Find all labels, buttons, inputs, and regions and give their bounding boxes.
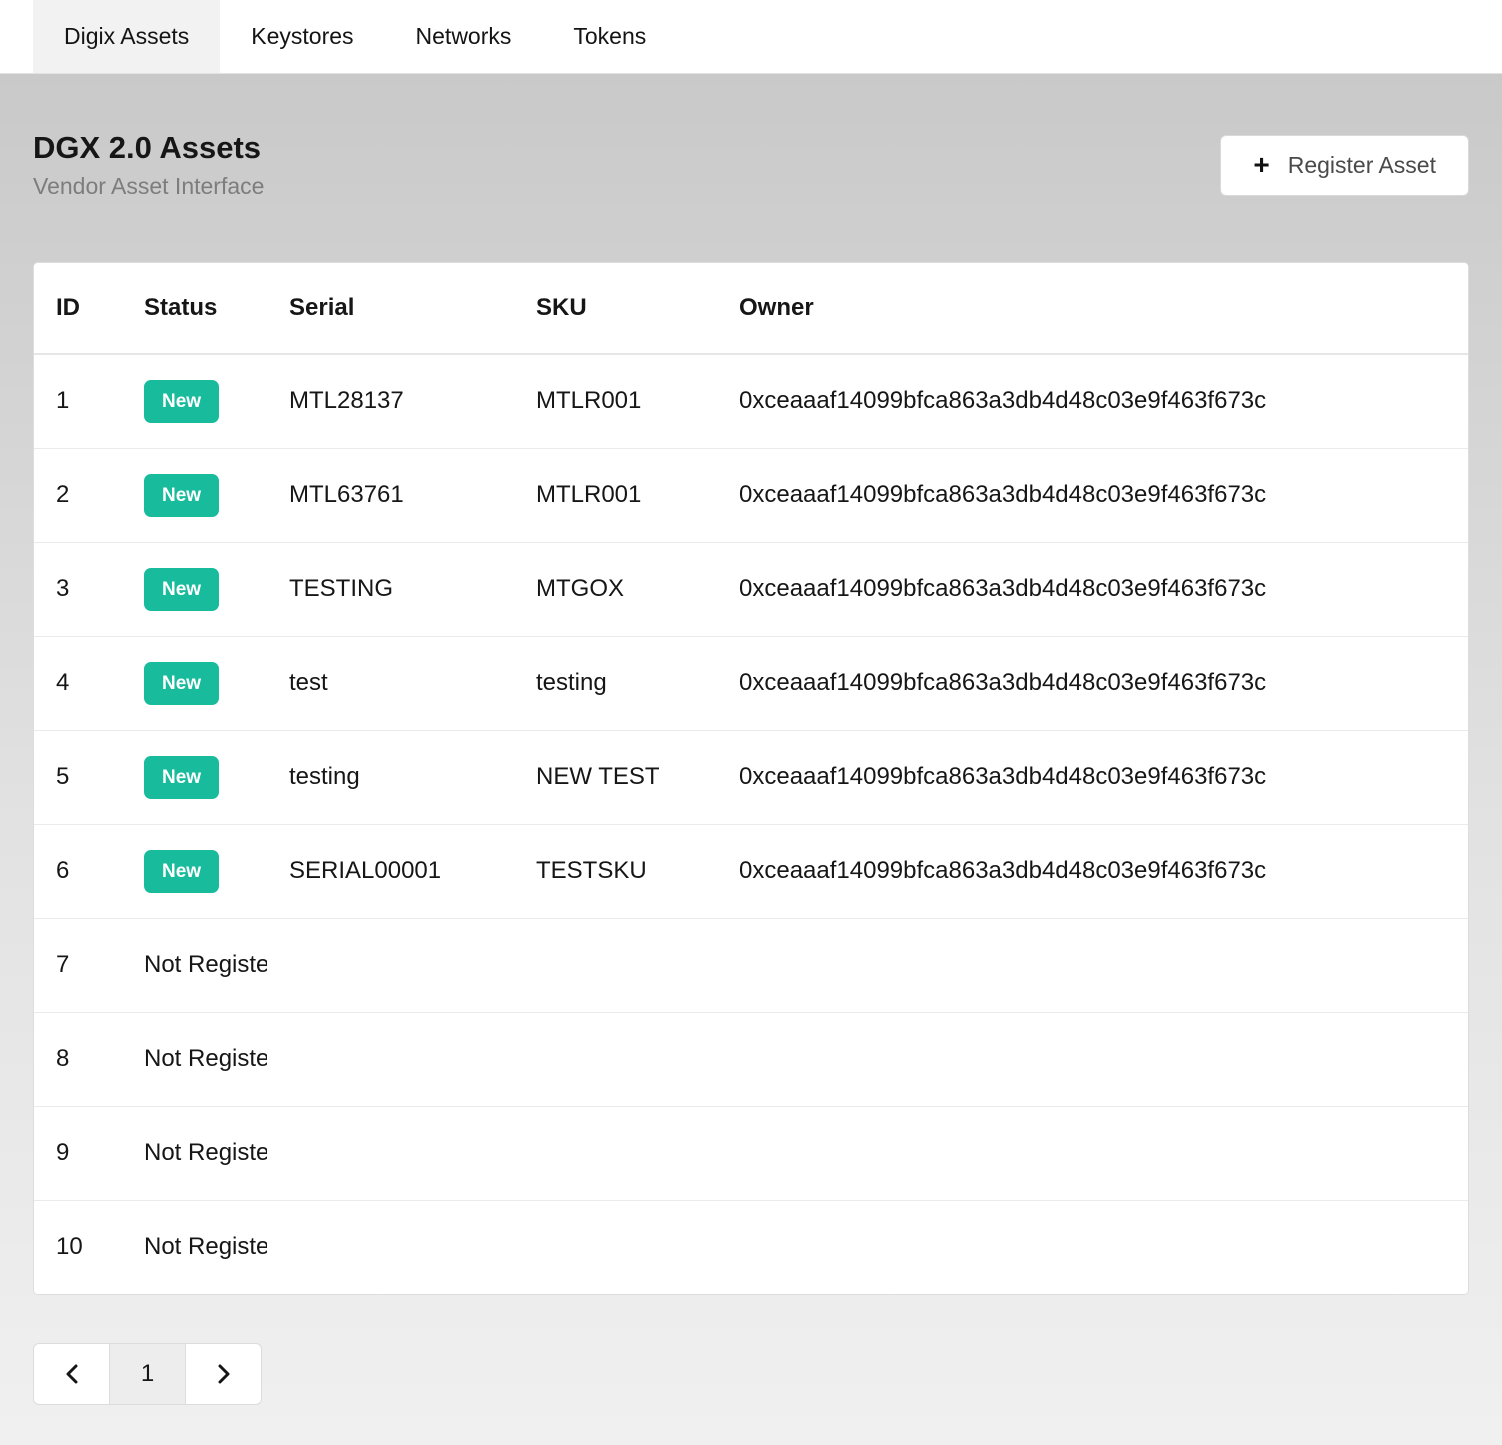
header-row: ID Status Serial SKU Owner [34,263,1468,355]
pagination-page-1-button[interactable]: 1 [109,1343,186,1405]
table-row: 10Not Registered [34,1199,1468,1294]
status-badge: New [144,379,220,423]
status-badge: New [144,755,220,799]
cell-id: 7 [34,917,122,1012]
cell-sku: MTGOX [514,541,717,636]
register-asset-button-label: Register Asset [1287,151,1436,178]
table-row: 8Not Registered [34,1011,1468,1106]
cell-owner: 0xceaaaf14099bfca863a3db4d48c03e9f463f67… [717,635,1468,730]
cell-owner: 0xceaaaf14099bfca863a3db4d48c03e9f463f67… [717,447,1468,542]
cell-status: New [122,447,267,542]
cell-owner [717,1011,1468,1106]
column-header-serial: Serial [267,263,514,355]
cell-status: Not Registered [122,1011,267,1106]
status-badge: New [144,567,220,611]
assets-table: ID Status Serial SKU Owner 1 New MTL28137 M… [34,263,1468,1294]
cell-serial [267,1199,514,1294]
content-area: DGX 2.0 Assets Vendor Asset Interface + … [0,74,1502,1445]
chevron-right-icon [218,1364,229,1384]
cell-owner [717,1199,1468,1294]
cell-owner [717,917,1468,1012]
cell-owner [717,1105,1468,1200]
cell-id: 8 [34,1011,122,1106]
status-badge: New [144,661,220,705]
column-header-owner: Owner [717,263,1468,355]
table-row: 3 New TESTING MTGOX 0xceaaaf14099bfca863a3db… [34,541,1468,636]
cell-status: New [122,635,267,730]
register-asset-button[interactable]: + Register Asset [1220,134,1469,196]
tab-bar: Digix Assets Keystores Networks Tokens [0,0,1502,74]
table-row: 4 New test testing 0xceaaaf14099bfca863a3db4… [34,635,1468,730]
column-header-status: Status [122,263,267,355]
status-badge: New [144,849,220,893]
cell-owner: 0xceaaaf14099bfca863a3db4d48c03e9f463f67… [717,729,1468,824]
cell-serial: TESTING [267,541,514,636]
table-row: 9Not Registered [34,1105,1468,1200]
cell-status: New [122,729,267,824]
cell-sku [514,1199,717,1294]
cell-id: 10 [34,1199,122,1294]
cell-status: New [122,541,267,636]
title-block: DGX 2.0 Assets Vendor Asset Interface [33,130,264,200]
cell-status: New [122,354,267,448]
cell-serial [267,917,514,1012]
page: Digix Assets Keystores Networks Tokens DGX … [0,0,1502,1445]
page-title: DGX 2.0 Assets [33,130,262,165]
cell-sku: TESTSKU [514,823,717,918]
cell-status: Not Registered [122,1105,267,1200]
table-row: 1 New MTL28137 MTLR001 0xceaaaf14099bfca863a… [34,354,1468,448]
chevron-left-icon [66,1364,77,1384]
assets-table-card: ID Status Serial SKU Owner 1 New MTL28137 M… [33,262,1469,1295]
cell-id: 3 [34,541,122,636]
asset-table-body: 1 New MTL28137 MTLR001 0xceaaaf14099bfca863a… [34,354,1468,1294]
cell-status: Not Registered [122,1199,267,1294]
cell-serial [267,1011,514,1106]
column-header-id: ID [34,263,122,355]
cell-serial: testing [267,729,514,824]
cell-id: 6 [34,823,122,918]
cell-sku [514,1011,717,1106]
pagination-next-button[interactable] [185,1343,262,1405]
cell-sku [514,917,717,1012]
assets-table-head: ID Status Serial SKU Owner [34,263,1468,355]
cell-owner: 0xceaaaf14099bfca863a3db4d48c03e9f463f67… [717,541,1468,636]
cell-sku: NEW TEST [514,729,717,824]
plus-icon: + [1253,149,1270,180]
status-badge: New [144,473,220,517]
cell-sku [514,1105,717,1200]
tab-keystores[interactable]: Keystores [220,0,384,73]
tab-digix-assets[interactable]: Digix Assets [33,0,221,73]
cell-sku: MTLR001 [514,354,717,448]
cell-status: Not Registered [122,917,267,1012]
cell-serial: test [267,635,514,730]
tab-networks[interactable]: Networks [385,0,543,73]
page-subtitle: Vendor Asset Interface [33,173,265,199]
column-header-sku: SKU [514,263,717,355]
cell-serial: SERIAL00001 [267,823,514,918]
cell-sku: testing [514,635,717,730]
table-row: 7Not Registered [34,917,1468,1012]
cell-id: 2 [34,447,122,542]
cell-serial [267,1105,514,1200]
cell-id: 9 [34,1105,122,1200]
table-row: 2 New MTL63761 MTLR001 0xceaaaf14099bfca863a… [34,447,1468,542]
table-row: 5 New testing NEW TEST 0xceaaaf14099bfca863a… [34,729,1468,824]
cell-owner: 0xceaaaf14099bfca863a3db4d48c03e9f463f67… [717,354,1468,448]
tab-tokens[interactable]: Tokens [542,0,677,73]
cell-id: 1 [34,354,122,448]
cell-id: 4 [34,635,122,730]
cell-serial: MTL28137 [267,354,514,448]
cell-serial: MTL63761 [267,447,514,542]
pagination-prev-button[interactable] [33,1343,110,1405]
page-header: DGX 2.0 Assets Vendor Asset Interface + … [33,130,1469,200]
cell-id: 5 [34,729,122,824]
cell-sku: MTLR001 [514,447,717,542]
pagination: 1 [33,1343,1469,1405]
table-row: 6 New SERIAL00001 TESTSKU 0xceaaaf14099bfca8… [34,823,1468,918]
cell-status: New [122,823,267,918]
cell-owner: 0xceaaaf14099bfca863a3db4d48c03e9f463f67… [717,823,1468,918]
